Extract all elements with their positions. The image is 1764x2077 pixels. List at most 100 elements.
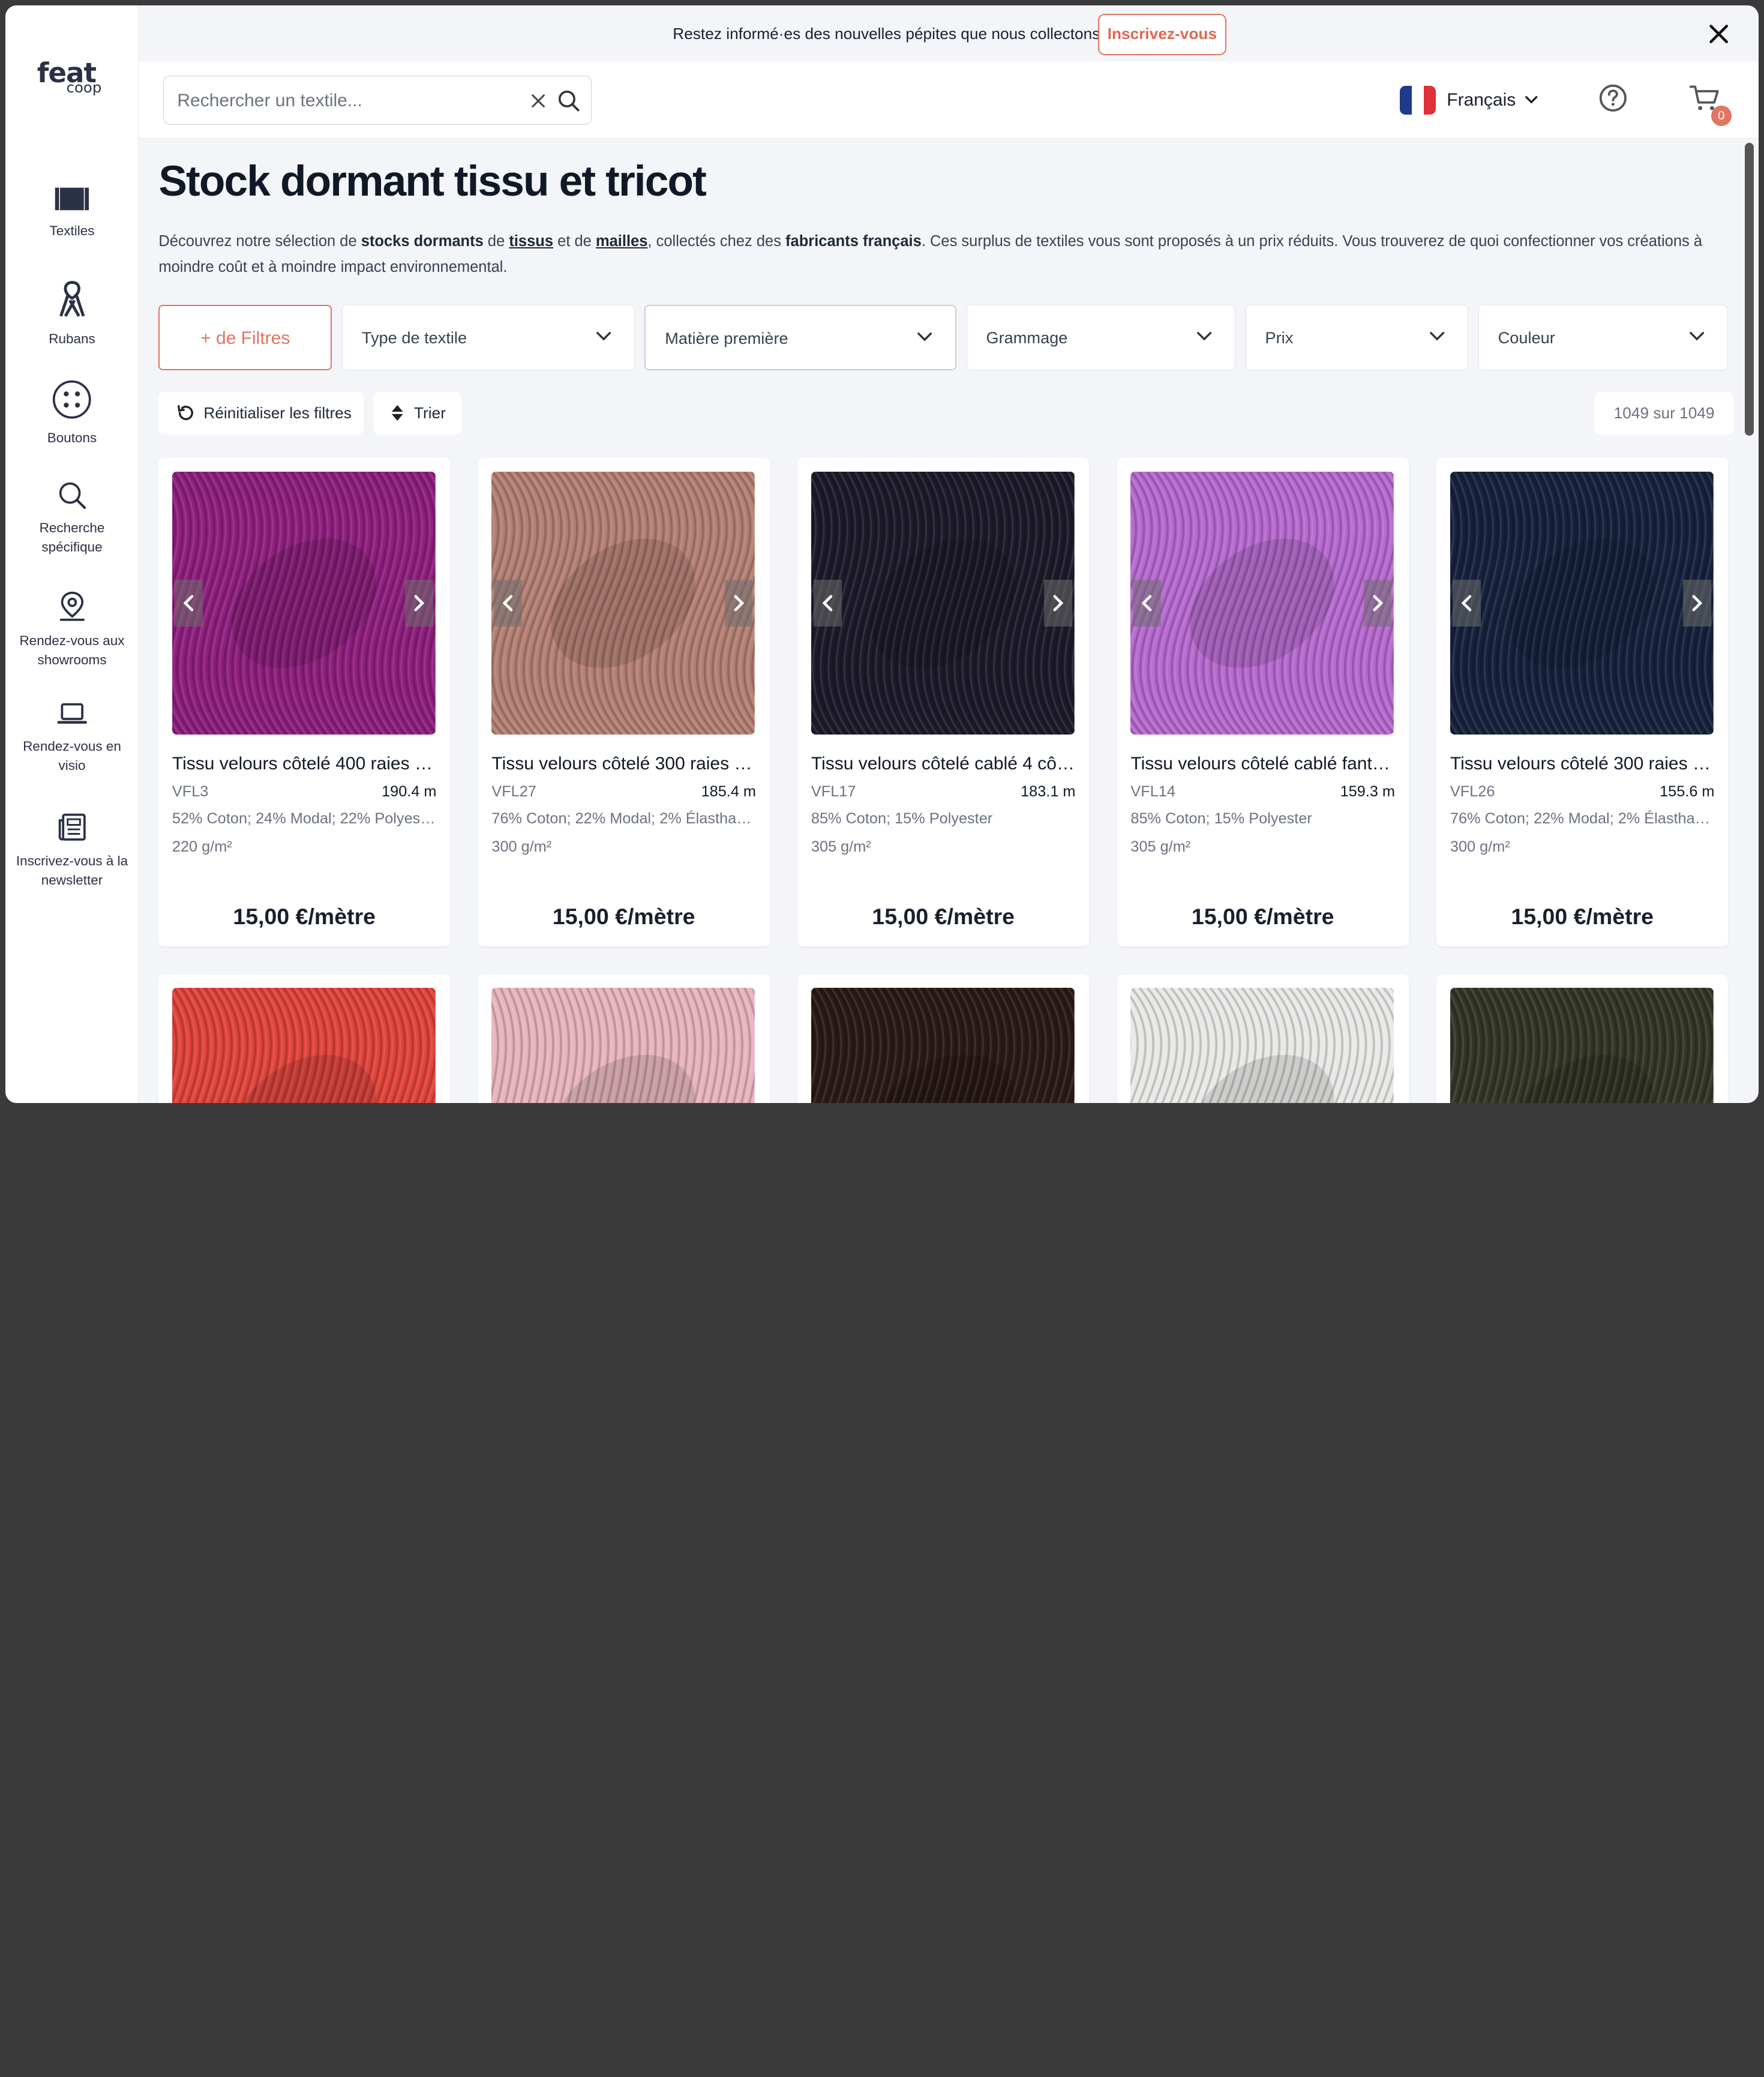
app-window: feat coop Textiles Rubans Boutons Recher…	[5, 5, 1759, 1103]
button-icon	[53, 380, 91, 419]
desc-bold: fabricants français	[785, 232, 922, 250]
mailles-link[interactable]: mailles	[596, 233, 647, 250]
carousel-prev-button[interactable]	[813, 579, 842, 627]
close-icon[interactable]	[1706, 22, 1731, 46]
product-composition: 85% Coton; 15% Polyester	[811, 810, 993, 827]
product-card[interactable]	[1117, 974, 1409, 1103]
sort-button[interactable]: Trier	[373, 391, 461, 434]
filter-label: Prix	[1265, 328, 1294, 347]
filter-matiere-premiere[interactable]: Matière première	[644, 305, 956, 370]
product-title[interactable]: Tissu velours côtelé 400 raies uni	[172, 754, 438, 774]
product-image[interactable]	[1450, 471, 1714, 735]
chevron-left-icon	[822, 595, 832, 612]
fabric-roll-icon	[53, 188, 91, 211]
help-icon[interactable]	[1598, 83, 1628, 113]
product-card[interactable]: Tissu velours côtelé cablé fantaisie VFL1…	[1117, 458, 1409, 946]
fabric-photo	[811, 471, 1075, 735]
product-title[interactable]: Tissu velours côtelé 300 raies uni	[491, 754, 757, 774]
product-card[interactable]	[797, 974, 1089, 1103]
filter-label: Matière première	[665, 329, 788, 348]
results-toolbar: Réinitialiser les filtres Trier 1049 sur…	[158, 391, 1734, 434]
fabric-photo	[1130, 988, 1394, 1103]
product-image[interactable]	[172, 471, 436, 735]
filter-grammage[interactable]: Grammage	[966, 305, 1235, 370]
product-composition: 76% Coton; 22% Modal; 2% Élasthanne	[491, 810, 757, 827]
product-card[interactable]: Tissu velours côtelé 300 raies uni VFL27 1…	[478, 458, 770, 946]
subscribe-button[interactable]: Inscrivez-vous	[1098, 13, 1226, 55]
product-image[interactable]	[1130, 988, 1394, 1103]
product-image[interactable]	[491, 471, 755, 735]
filter-couleur[interactable]: Couleur	[1478, 305, 1728, 370]
carousel-prev-button[interactable]	[1452, 579, 1481, 627]
sidebar-item-visio[interactable]: Rendez-vous en visio	[5, 701, 138, 775]
reset-filters-label: Réinitialiser les filtres	[203, 403, 352, 422]
tissus-link[interactable]: tissus	[509, 233, 553, 250]
product-price: 15,00 €/mètre	[1191, 903, 1334, 929]
sidebar-item-boutons[interactable]: Boutons	[5, 379, 138, 448]
sidebar-item-label: Rendez-vous aux showrooms	[19, 633, 125, 667]
sidebar-item-rubans[interactable]: Rubans	[5, 278, 138, 349]
product-weight: 300 g/m²	[1450, 838, 1510, 855]
filter-prix[interactable]: Prix	[1245, 305, 1468, 370]
product-image[interactable]	[811, 988, 1075, 1103]
fabric-photo	[1450, 471, 1714, 735]
page-title: Stock dormant tissu et tricot	[158, 157, 706, 205]
sort-label: Trier	[414, 403, 446, 422]
more-filters-button[interactable]: + de Filtres	[158, 305, 332, 370]
sidebar-item-recherche[interactable]: Recherche spécifique	[5, 481, 138, 558]
product-title[interactable]: Tissu velours côtelé cablé fantaisie	[1130, 754, 1396, 774]
carousel-next-button[interactable]	[1044, 579, 1072, 627]
page-description: Découvrez notre sélection de stocks dorm…	[158, 229, 1733, 280]
product-length: 159.3 m	[1340, 783, 1395, 800]
sidebar: feat coop Textiles Rubans Boutons Recher…	[5, 5, 139, 1103]
product-card[interactable]	[478, 974, 770, 1103]
carousel-next-button[interactable]	[1683, 579, 1711, 627]
carousel-next-button[interactable]	[724, 579, 753, 627]
sort-icon	[391, 405, 403, 421]
carousel-prev-button[interactable]	[494, 579, 522, 627]
product-image[interactable]	[811, 471, 1075, 735]
product-length: 183.1 m	[1021, 783, 1076, 800]
product-image[interactable]	[1130, 471, 1394, 735]
carousel-prev-button[interactable]	[1133, 579, 1161, 627]
product-card[interactable]: Tissu velours côtelé 400 raies uni VFL3 19…	[158, 458, 450, 946]
chevron-left-icon	[502, 595, 513, 612]
filter-type-textile[interactable]: Type de textile	[342, 305, 635, 370]
clear-icon[interactable]	[530, 93, 546, 109]
fabric-photo	[1130, 471, 1394, 735]
search-icon[interactable]	[557, 89, 580, 112]
product-image[interactable]	[491, 988, 755, 1103]
french-flag-icon	[1399, 85, 1436, 115]
chevron-down-icon	[1197, 332, 1212, 341]
sidebar-item-newsletter[interactable]: Inscrivez-vous à la newsletter	[5, 811, 138, 890]
sidebar-item-label: Recherche spécifique	[39, 520, 105, 555]
sidebar-item-showrooms[interactable]: Rendez-vous aux showrooms	[5, 591, 138, 669]
product-price: 15,00 €/mètre	[1511, 903, 1654, 929]
fabric-photo	[172, 471, 436, 735]
ribbon-icon	[59, 281, 85, 317]
chevron-right-icon	[1692, 595, 1703, 612]
product-card[interactable]	[1436, 974, 1728, 1103]
carousel-next-button[interactable]	[405, 579, 433, 627]
carousel-next-button[interactable]	[1363, 579, 1392, 627]
product-image[interactable]	[172, 988, 436, 1103]
sidebar-item-label: Boutons	[47, 430, 97, 446]
product-ref: VFL27	[491, 783, 536, 800]
product-card[interactable]	[158, 974, 450, 1103]
product-title[interactable]: Tissu velours côtelé cablé 4 côtes	[811, 754, 1077, 774]
reset-filters-button[interactable]: Réinitialiser les filtres	[158, 391, 364, 434]
product-card[interactable]: Tissu velours côtelé cablé 4 côtes VFL17 1…	[797, 458, 1089, 946]
language-selector[interactable]: Français	[1399, 85, 1538, 116]
product-image[interactable]	[1450, 988, 1714, 1103]
cart-count-badge: 0	[1711, 106, 1732, 126]
carousel-prev-button[interactable]	[174, 579, 203, 627]
sidebar-item-textiles[interactable]: Textiles	[5, 185, 138, 241]
reset-icon	[178, 405, 194, 421]
search-input[interactable]	[177, 87, 515, 115]
product-card[interactable]: Tissu velours côtelé 300 raies uni VFL26 1…	[1436, 458, 1728, 946]
logo[interactable]: feat coop	[37, 59, 101, 95]
scrollbar[interactable]	[1745, 143, 1754, 436]
fabric-photo	[491, 471, 755, 735]
desc-text: Découvrez notre sélection de	[158, 232, 361, 250]
product-title[interactable]: Tissu velours côtelé 300 raies uni	[1450, 754, 1716, 774]
